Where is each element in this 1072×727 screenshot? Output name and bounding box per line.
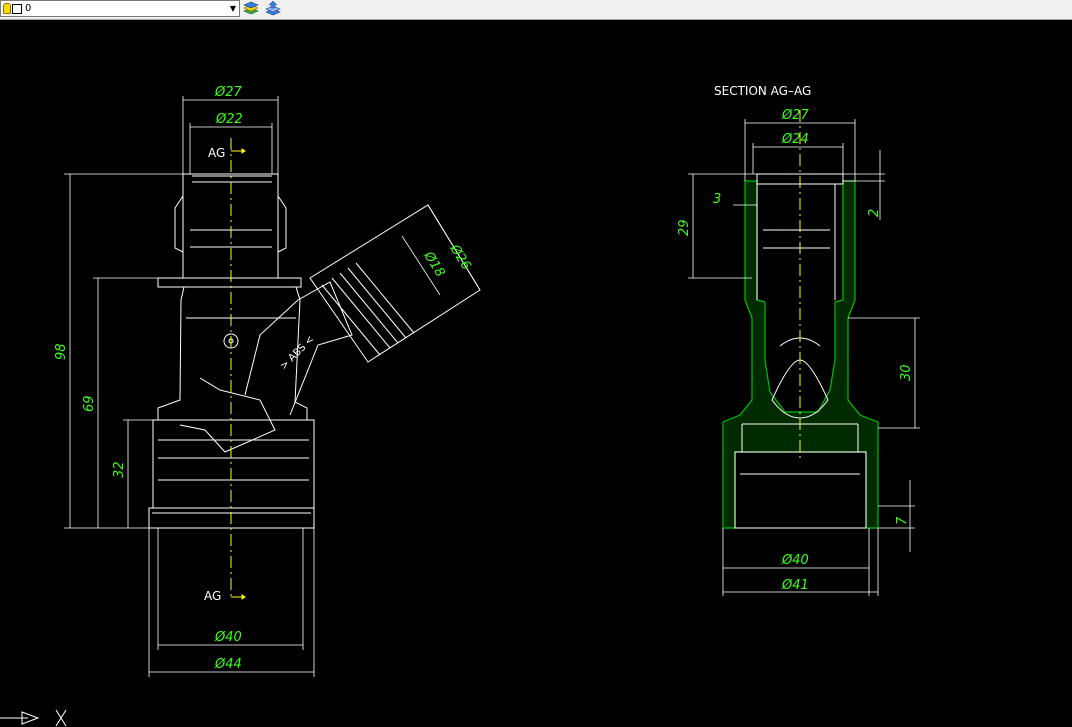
dim-30-section: 30 <box>899 364 914 381</box>
section-arrows <box>231 148 246 600</box>
section-title: SECTION AG–AG <box>714 84 811 98</box>
dim-d40-section: Ø40 <box>781 553 809 568</box>
dim-d27-section: Ø27 <box>781 108 810 123</box>
drawing-canvas[interactable]: Ø27 Ø22 Ø26 Ø18 98 69 32 Ø40 Ø44 AG AG >… <box>0 20 1072 727</box>
lower-body <box>152 419 315 509</box>
layer-toolbar: 0 ▼ <box>0 0 1072 20</box>
section-mark-top: AG <box>208 146 225 160</box>
dim-d40-front: Ø40 <box>214 630 242 645</box>
dim-69-front: 69 <box>82 395 97 412</box>
layer-previous-icon[interactable] <box>264 0 282 16</box>
dim-d26-front: Ø26 <box>446 241 473 273</box>
material-label: > ABS < <box>278 334 316 372</box>
chevron-down-icon[interactable]: ▼ <box>228 1 238 16</box>
flange <box>157 277 302 288</box>
layer-dropdown[interactable]: 0 ▼ <box>0 0 240 17</box>
ucs-icon <box>0 709 67 727</box>
dim-d24-section: Ø24 <box>781 132 809 147</box>
dim-3-section: 3 <box>713 192 721 207</box>
dim-32-front: 32 <box>112 461 127 478</box>
layer-name: 0 <box>25 3 32 14</box>
dim-7-section: 7 <box>895 516 910 525</box>
dim-d27-front: Ø27 <box>214 85 243 100</box>
dim-98-front: 98 <box>54 343 69 360</box>
layer-on-icon[interactable] <box>3 3 11 14</box>
dim-d18-front: Ø18 <box>420 248 447 280</box>
dim-2-section: 2 <box>867 209 882 217</box>
layer-states-icon[interactable] <box>242 0 260 16</box>
front-dimensions <box>64 96 481 677</box>
dim-29-section: 29 <box>677 219 692 236</box>
dim-d41-section: Ø41 <box>781 578 809 593</box>
branch-pipe <box>309 204 481 363</box>
dim-d44-front: Ø44 <box>214 657 242 672</box>
dim-d22-front: Ø22 <box>215 112 243 127</box>
front-view <box>148 173 481 529</box>
section-mark-bottom: AG <box>204 589 221 603</box>
layer-color-swatch[interactable] <box>12 4 22 14</box>
